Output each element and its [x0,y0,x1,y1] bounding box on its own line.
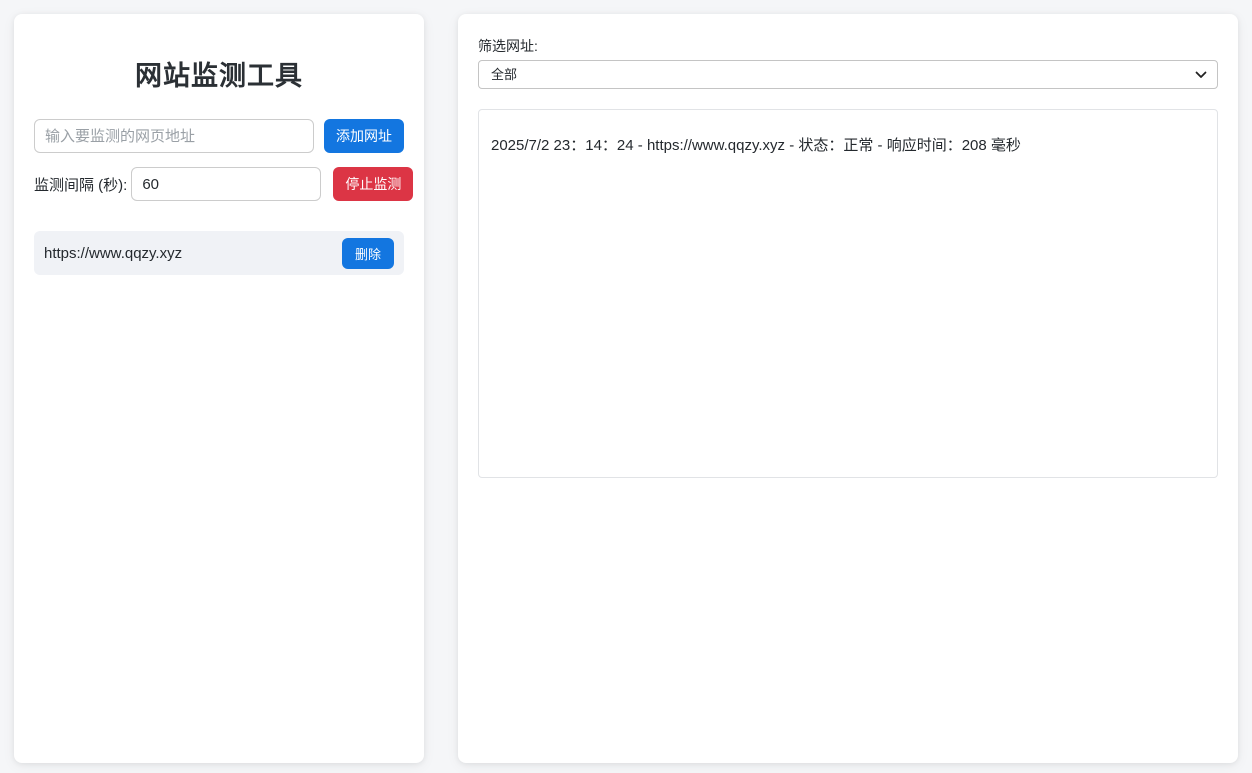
interval-row: 监测间隔 (秒): 停止监测 [34,167,404,201]
site-list-item: https://www.qqzy.xyz 删除 [34,231,404,275]
site-list: https://www.qqzy.xyz 删除 [34,231,404,275]
interval-label: 监测间隔 (秒): [34,174,127,195]
filter-select[interactable]: 全部 [478,60,1218,89]
page: { "colors": { "page_background": "#f5f6f… [0,0,1252,773]
log-entry: 2025/7/2 23：14：24 - https://www.qqzy.xyz… [491,136,1205,156]
app-title: 网站监测工具 [34,54,404,93]
add-url-row: 添加网址 [34,119,404,153]
monitor-panel: 网站监测工具 添加网址 监测间隔 (秒): 停止监测 https://www.q… [14,14,424,763]
stop-monitor-button[interactable]: 停止监测 [333,167,413,201]
log-output: 2025/7/2 23：14：24 - https://www.qqzy.xyz… [478,109,1218,478]
site-url: https://www.qqzy.xyz [44,245,182,262]
filter-select-wrap: 全部 [478,60,1218,89]
url-input[interactable] [34,119,314,153]
delete-site-button[interactable]: 删除 [342,238,394,269]
interval-input[interactable] [131,167,321,201]
log-panel: 筛选网址: 全部 2025/7/2 23：14：24 - https://www… [458,14,1238,763]
add-url-button[interactable]: 添加网址 [324,119,404,153]
filter-label: 筛选网址: [478,38,1218,54]
